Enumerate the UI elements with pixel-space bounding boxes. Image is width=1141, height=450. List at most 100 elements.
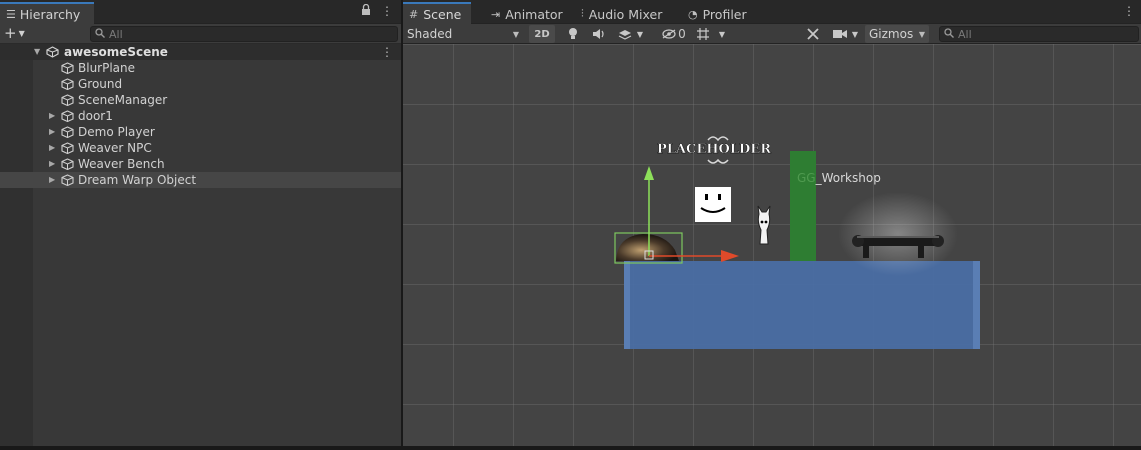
tab-scene[interactable]: # Scene <box>403 2 472 24</box>
search-icon <box>944 27 954 41</box>
gameobject-cube-icon <box>61 158 74 170</box>
toggle-2d-button[interactable]: 2D <box>529 25 555 43</box>
gameobject-cube-icon <box>61 174 74 186</box>
hierarchy-item[interactable]: Ground <box>0 76 401 92</box>
tab-hierarchy-label: Hierarchy <box>19 6 81 22</box>
workshop-pillar[interactable] <box>790 151 816 261</box>
hierarchy-item-label: SceneManager <box>78 93 168 107</box>
scene-panel: # Scene ⇥ Animator ⫶ Audio Mixer ◔ Profi… <box>403 0 1141 446</box>
more-options-icon[interactable]: ⋮ <box>381 4 393 18</box>
scene-search[interactable] <box>939 26 1139 42</box>
gameobject-cube-icon <box>61 110 74 122</box>
scene-toolbar: Shaded ▼ 2D ▼ 0 ▼ ▼ Gizmos ▼ All <box>403 24 1141 44</box>
scene-search-input[interactable] <box>958 27 1138 41</box>
fold-right-icon[interactable]: ▶ <box>49 124 59 140</box>
hierarchy-search-input[interactable] <box>109 27 397 41</box>
shading-mode-value: Shaded <box>407 27 453 41</box>
gameobject-cube-icon <box>61 126 74 138</box>
gameobject-cube-icon <box>61 78 74 90</box>
scene-viewport[interactable]: PLACEHOLDER GG_Workshop <box>403 44 1141 446</box>
search-icon <box>95 27 105 41</box>
lock-icon[interactable] <box>361 3 371 18</box>
hierarchy-item[interactable]: ▶ Demo Player <box>0 124 401 140</box>
list-icon: ☰ <box>6 7 16 21</box>
tab-scene-label: Scene <box>423 6 462 22</box>
animator-icon: ⇥ <box>491 7 501 21</box>
hierarchy-item[interactable]: ▶ Dream Warp Object <box>0 172 401 188</box>
fold-right-icon[interactable]: ▶ <box>49 156 59 172</box>
hierarchy-item-label: Dream Warp Object <box>78 173 197 187</box>
hierarchy-item[interactable]: ▶ Weaver Bench <box>0 156 401 172</box>
gameobject-cube-icon <box>61 62 74 74</box>
add-object-button[interactable]: + ▼ <box>4 25 25 42</box>
shading-mode-dropdown[interactable]: Shaded ▼ <box>403 25 523 43</box>
grid-dropdown-icon[interactable]: ▼ <box>717 26 727 42</box>
unity-scene-icon <box>46 46 59 58</box>
bench-glow <box>838 192 958 276</box>
hierarchy-item[interactable]: BlurPlane <box>0 60 401 76</box>
add-object-label: + <box>4 24 17 42</box>
chevron-down-icon: ▼ <box>918 29 925 39</box>
scene-more-icon[interactable]: ⋮ <box>381 44 393 60</box>
hierarchy-tree: ▼ awesomeScene ⋮ BlurPlane Ground SceneMan… <box>0 44 401 188</box>
tab-animator[interactable]: ⇥ Animator <box>491 4 563 24</box>
weaver-npc[interactable] <box>757 205 771 245</box>
gameobject-cube-icon <box>61 142 74 154</box>
lighting-icon[interactable] <box>565 26 581 42</box>
hierarchy-search[interactable] <box>90 26 398 42</box>
fold-right-icon[interactable]: ▶ <box>49 172 59 188</box>
hierarchy-item-label: Weaver NPC <box>78 141 152 155</box>
scene-more-options-icon[interactable]: ⋮ <box>1123 4 1135 18</box>
workshop-label: GG_Workshop <box>797 171 881 185</box>
grid-snap-icon[interactable] <box>695 26 711 42</box>
chevron-down-icon: ▼ <box>18 28 25 38</box>
bottom-divider <box>0 446 1141 450</box>
tab-audio-mixer-label: Audio Mixer <box>588 6 663 22</box>
hierarchy-item-label: BlurPlane <box>78 61 136 75</box>
hierarchy-item[interactable]: SceneManager <box>0 92 401 108</box>
tab-animator-label: Animator <box>505 6 563 22</box>
hierarchy-item-label: Ground <box>78 77 123 91</box>
hierarchy-tab-bar: ☰ Hierarchy ⋮ <box>0 0 401 24</box>
audio-icon[interactable] <box>591 26 607 42</box>
tab-hierarchy[interactable]: ☰ Hierarchy <box>0 2 94 24</box>
gameobject-cube-icon <box>61 94 74 106</box>
hierarchy-toolbar: + ▼ <box>0 24 401 44</box>
scene-root-row[interactable]: ▼ awesomeScene ⋮ <box>0 44 401 60</box>
demo-player-sprite[interactable] <box>695 187 731 222</box>
audio-mixer-icon: ⫶ <box>581 7 584 20</box>
fold-right-icon[interactable]: ▶ <box>49 140 59 156</box>
hierarchy-item-label: door1 <box>78 109 113 123</box>
scene-tab-bar: # Scene ⇥ Animator ⫶ Audio Mixer ◔ Profi… <box>403 0 1141 24</box>
hierarchy-panel: ☰ Hierarchy ⋮ +▼ ▼ awesomeScen <box>0 0 401 446</box>
hidden-objects-toggle[interactable]: 0 <box>659 26 689 42</box>
placeholder-sign[interactable]: PLACEHOLDER <box>657 136 771 164</box>
workshop-label-prefix: GG <box>797 171 816 185</box>
tab-audio-mixer[interactable]: ⫶ Audio Mixer <box>581 4 662 24</box>
eye-off-icon <box>662 29 676 39</box>
tab-profiler-label: Profiler <box>702 6 747 22</box>
hidden-count: 0 <box>678 27 686 41</box>
tab-profiler[interactable]: ◔ Profiler <box>688 4 747 24</box>
gizmos-dropdown[interactable]: Gizmos ▼ <box>865 25 929 43</box>
hierarchy-item-label: Weaver Bench <box>78 157 165 171</box>
fold-right-icon[interactable]: ▶ <box>49 108 59 124</box>
ground[interactable] <box>624 261 980 349</box>
hierarchy-item[interactable]: ▶ Weaver NPC <box>0 140 401 156</box>
tools-icon[interactable] <box>805 26 821 42</box>
toggle-2d-label: 2D <box>534 28 550 40</box>
effects-icon[interactable] <box>617 26 633 42</box>
hierarchy-tab-actions: ⋮ <box>361 3 393 18</box>
scene-canvas: PLACEHOLDER <box>614 136 980 349</box>
hierarchy-item[interactable]: ▶ door1 <box>0 108 401 124</box>
hierarchy-item-label: Demo Player <box>78 125 155 139</box>
profiler-icon: ◔ <box>688 7 698 21</box>
effects-dropdown-icon[interactable]: ▼ <box>635 26 645 42</box>
placeholder-text: PLACEHOLDER <box>657 142 771 157</box>
fold-down-icon[interactable]: ▼ <box>34 44 44 60</box>
camera-icon[interactable] <box>831 26 849 42</box>
camera-dropdown-icon[interactable]: ▼ <box>850 26 860 42</box>
chevron-down-icon: ▼ <box>512 29 519 39</box>
grid-icon: # <box>409 7 419 21</box>
gizmos-label: Gizmos <box>869 27 914 41</box>
